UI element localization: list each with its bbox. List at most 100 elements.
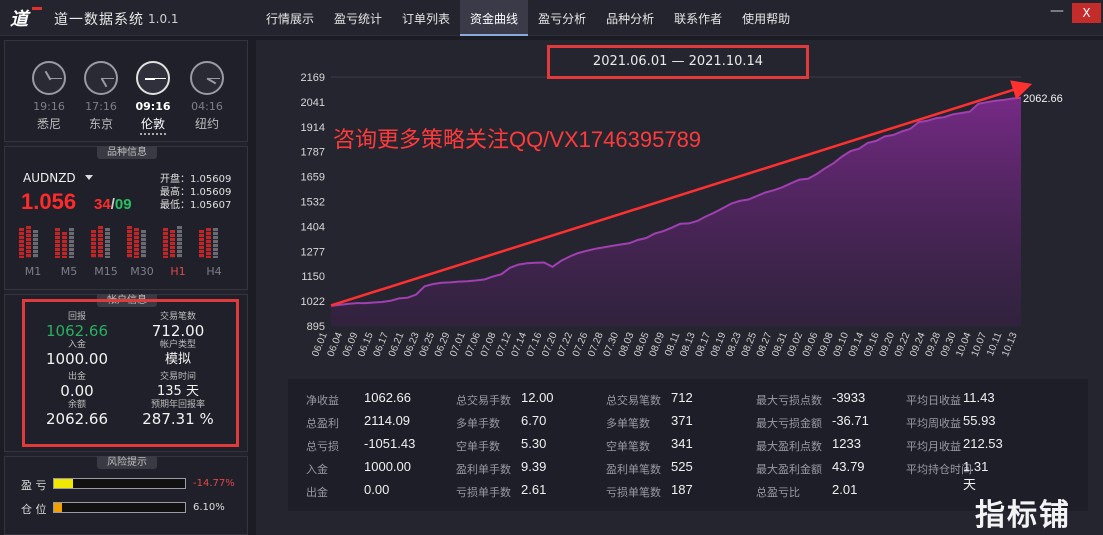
- stat-item: 多单手数 6.70: [456, 413, 546, 431]
- acct-trades: 交易笔数 712.00 帐户类型 模拟 交易时间 135 天 预期年回报率 28…: [128, 312, 228, 428]
- tab-orders[interactable]: 订单列表: [392, 0, 460, 36]
- stat-label: 总交易手数: [456, 394, 511, 407]
- app-version: 1.0.1: [148, 12, 179, 26]
- timeframe-m1[interactable]: M1: [19, 265, 47, 278]
- y-tick-label: 1404: [301, 222, 325, 234]
- stat-item: 盈利单手数 9.39: [456, 459, 546, 477]
- acct-days-label: 交易时间: [159, 372, 196, 382]
- strength-column: [105, 228, 110, 258]
- strength-column: [163, 228, 168, 258]
- stat-label: 多单手数: [456, 417, 500, 430]
- section-label-symbol: 品种信息: [97, 146, 157, 159]
- stat-label: 最大盈利金额: [756, 463, 822, 476]
- timeframe-h4[interactable]: H4: [200, 265, 228, 278]
- stat-value: 341: [671, 436, 693, 451]
- timeframe-m15[interactable]: M15: [92, 265, 120, 278]
- timeframe-strength-bars: [19, 224, 239, 258]
- tab-contact[interactable]: 联系作者: [664, 0, 732, 36]
- acct-profit-value: 1062.66: [45, 322, 109, 340]
- tab-symbol-analysis[interactable]: 品种分析: [596, 0, 664, 36]
- world-clocks: 19:16 悉尼 17:16 东京 09:16 伦敦 04:16 纽约: [4, 40, 248, 142]
- stat-label: 总亏损: [306, 440, 339, 453]
- tab-equity-curve[interactable]: 资金曲线: [460, 0, 529, 36]
- price-main: 1.056: [21, 189, 77, 214]
- acct-withdraw-value: 0.00: [60, 382, 94, 400]
- watermark: 指标铺: [975, 498, 1071, 533]
- stat-label: 总盈亏比: [756, 486, 800, 499]
- symbol-info-panel: 品种信息 AUDNZD 1.056 34/09 开盘：1.05609 最高：1.…: [4, 146, 248, 290]
- stat-value: 6.70: [521, 413, 547, 428]
- acct-annual-value: 287.31 %: [142, 410, 214, 428]
- stat-label: 总盈利: [306, 417, 339, 430]
- clock-tokyo[interactable]: 17:16 东京: [81, 61, 121, 132]
- strength-column: [62, 232, 67, 258]
- stat-item: 最大亏损金额 -36.71: [756, 413, 869, 431]
- stat-item: 亏损单手数 2.61: [456, 482, 546, 500]
- clock-city: 悉尼: [36, 117, 61, 131]
- strength-column: [177, 226, 182, 258]
- tab-help[interactable]: 使用帮助: [732, 0, 800, 36]
- clock-city: 伦敦: [140, 117, 165, 131]
- stat-value: -3933: [832, 390, 866, 405]
- acct-type-value: 模拟: [164, 352, 191, 367]
- clock-sydney[interactable]: 19:16 悉尼: [29, 61, 69, 132]
- stat-item: 平均周收益 55.93: [906, 413, 996, 431]
- timeframe-bar-m1: [19, 224, 47, 258]
- timeframe-m30[interactable]: M30: [128, 265, 156, 278]
- timeframe-h1[interactable]: H1: [164, 265, 192, 278]
- price-pips: 34: [94, 196, 111, 213]
- acct-trades-value: 712.00: [151, 322, 205, 340]
- tab-market[interactable]: 行情展示: [256, 0, 324, 36]
- stat-label: 多单笔数: [606, 417, 650, 430]
- chevron-down-icon[interactable]: [85, 175, 93, 180]
- tab-pnl-analysis[interactable]: 盈亏分析: [528, 0, 596, 36]
- acct-balance-value: 2062.66: [45, 410, 109, 428]
- clock-newyork[interactable]: 04:16 纽约: [187, 61, 227, 132]
- minimize-button[interactable]: —: [1044, 4, 1070, 22]
- account-info-panel: 帐户信息 回报 1062.66 入金 1000.00 出金 0.00 余额 20…: [4, 294, 248, 452]
- timeframe-m5[interactable]: M5: [55, 265, 83, 278]
- acct-type-label: 帐户类型: [159, 340, 196, 350]
- stats-table: 净收益 1062.66 总盈利 2114.09 总亏损 -1051.43 入金 1000.00…: [288, 379, 1088, 511]
- acct-days-value: 135 天: [157, 384, 199, 399]
- price-spread: 09: [114, 196, 132, 213]
- price-fraction: 34/09: [94, 196, 132, 213]
- y-tick-label: 2169: [301, 72, 325, 84]
- y-tick-label: 1659: [301, 172, 325, 184]
- y-tick-label: 1022: [301, 296, 325, 308]
- stat-value: -36.71: [832, 413, 869, 428]
- stat-item: 空单笔数 341: [606, 436, 693, 454]
- stat-label: 平均日收益: [906, 394, 961, 407]
- clock-london[interactable]: 09:16 伦敦: [133, 61, 173, 135]
- stat-item: 多单笔数 371: [606, 413, 693, 431]
- stat-item: 平均持仓时间 1.31天: [906, 459, 988, 492]
- stat-value: 9.39: [521, 459, 547, 474]
- stat-item: 出金 0.00: [306, 482, 389, 500]
- stat-value: 1233: [832, 436, 861, 451]
- equity-curve-view: 895 1022 1150 1277 1404 1532 1659 1787 1914 2041 2…: [256, 40, 1103, 535]
- clock-icon: [84, 61, 118, 95]
- symbol-selector[interactable]: AUDNZD: [23, 171, 76, 185]
- stat-label: 最大亏损点数: [756, 394, 822, 407]
- y-tick-label: 2041: [301, 97, 325, 109]
- stat-item: 平均月收益 212.53: [906, 436, 1003, 454]
- timeframe-bar-h4: [199, 224, 227, 258]
- stat-value: -1051.43: [364, 436, 416, 451]
- stat-value: 0.00: [364, 482, 390, 497]
- stat-value: 1.31天: [963, 459, 989, 492]
- close-button[interactable]: X: [1072, 3, 1101, 23]
- stat-label: 最大亏损金额: [756, 417, 822, 430]
- y-tick-label: 895: [307, 321, 325, 333]
- stat-label: 亏损单手数: [456, 486, 511, 499]
- y-tick-label: 1150: [301, 271, 325, 283]
- tab-pnl-stats[interactable]: 盈亏统计: [324, 0, 392, 36]
- stat-item: 总盈利 2114.09: [306, 413, 410, 431]
- stat-item: 盈利单笔数 525: [606, 459, 693, 477]
- date-range-label[interactable]: 2021.06.01 — 2021.10.14: [547, 45, 809, 79]
- risk-pl-label: 盈 亏: [21, 479, 47, 492]
- strength-column: [127, 226, 132, 258]
- stat-value: 5.30: [521, 436, 547, 451]
- strength-column: [33, 230, 38, 258]
- risk-pl-value: -14.77%: [193, 478, 235, 489]
- stat-value: 55.93: [963, 413, 996, 428]
